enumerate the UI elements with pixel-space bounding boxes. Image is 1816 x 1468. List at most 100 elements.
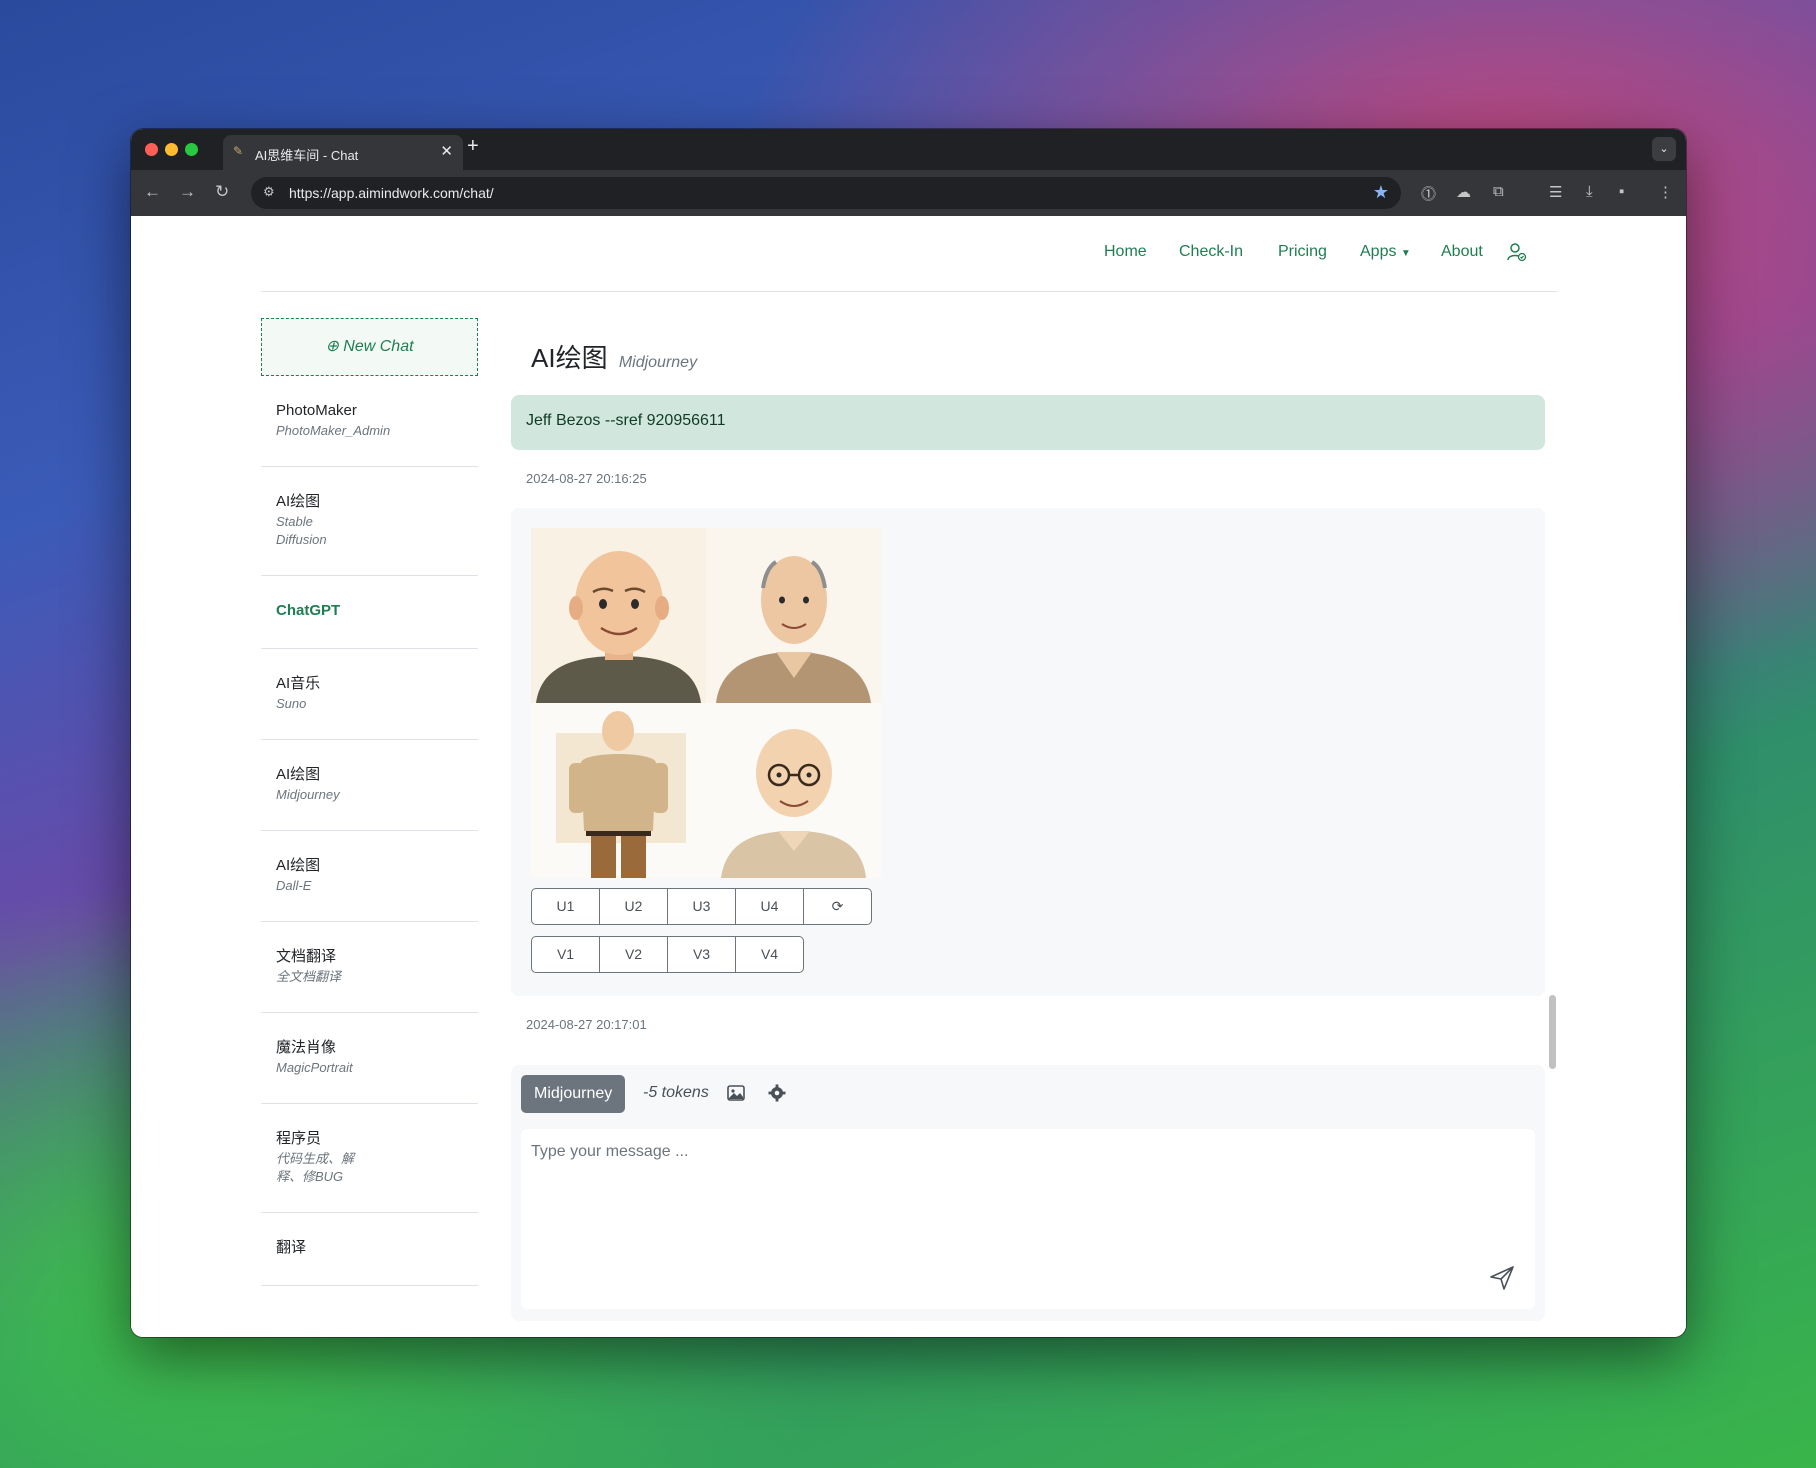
site-favicon-icon: ✎ [233,144,244,158]
chat-heading: AI绘图 Midjourney [531,338,697,375]
sidebar-item-name: AI音乐 [276,675,321,692]
message-input[interactable]: Type your message ... [521,1129,1535,1309]
sidebar-item-sub: 全文档翻译 [276,969,342,984]
portrait-4 [706,703,881,878]
sidebar-item-dall-e[interactable]: AI绘图 Dall-E [261,831,478,922]
variation-button-3[interactable]: V3 [667,936,736,973]
variation-button-2[interactable]: V2 [599,936,668,973]
sidebar-item-name: 翻译 [276,1239,307,1256]
variation-button-1[interactable]: V1 [531,936,600,973]
sidebar-item-magic-portrait[interactable]: 魔法肖像 MagicPortrait [261,1013,478,1104]
browser-toolbar: ← → ↻ ⚙ https://app.aimindwork.com/chat/… [131,170,1686,216]
tab-bar: ✎ AI思维车间 - Chat ✕ + ⌄ [131,129,1686,170]
chat-title: AI绘图 [531,343,608,373]
user-message-text: Jeff Bezos --sref 920956611 [526,412,726,429]
new-tab-icon[interactable]: + [467,135,479,158]
sidebar-item-doc-translate[interactable]: 文档翻译 全文档翻译 [261,922,478,1013]
nav-about-link[interactable]: About [1441,243,1483,261]
tab-search-chevron-icon[interactable]: ⌄ [1652,137,1676,161]
browser-window: ✎ AI思维车间 - Chat ✕ + ⌄ ← → ↻ ⚙ https://ap… [131,129,1686,1337]
chat-subtitle: Midjourney [618,354,698,371]
site-info-icon[interactable]: ⚙ [263,184,275,200]
sidebar-item-translate[interactable]: 翻译 [261,1213,478,1286]
download-icon[interactable]: ⤓ [1586,183,1593,200]
reply-timestamp: 2024-08-27 20:17:01 [526,1017,647,1032]
profile-icon[interactable]: ▪ [1619,183,1624,200]
tab-title: AI思维车间 - Chat [255,148,359,163]
new-chat-label: New Chat [343,338,414,355]
bookmark-star-icon[interactable]: ★ [1373,182,1389,203]
user-message: Jeff Bezos --sref 920956611 [511,395,1545,450]
sidebar-item-name: 魔法肖像 [276,1039,337,1056]
variation-button-4[interactable]: V4 [735,936,804,973]
model-select-button[interactable]: Midjourney [521,1075,626,1113]
nav-home-link[interactable]: Home [1104,243,1147,261]
refresh-icon: ⟳ [831,898,844,914]
nav-apps-dropdown[interactable]: Apps ▼ [1360,243,1411,261]
sidebar-item-name: 文档翻译 [276,948,337,965]
upscale-button-3[interactable]: U3 [667,888,736,925]
image-upload-icon[interactable] [727,1085,745,1101]
sidebar-item-sub: Midjourney [276,787,340,802]
plus-circle-icon: ⊕ [325,338,339,355]
upscale-button-4[interactable]: U4 [735,888,804,925]
message-composer: Midjourney -5 tokens Type your message .… [511,1065,1545,1321]
cloud-extension-icon[interactable]: ☁ [1456,183,1471,201]
password-extension-icon[interactable]: ⓵ [1421,183,1436,204]
sidebar-item-sub: MagicPortrait [276,1060,353,1075]
sidebar-item-sub: Dall-E [276,878,312,893]
reading-list-icon[interactable]: ☰ [1549,183,1562,201]
sidebar-item-suno[interactable]: AI音乐 Suno [261,649,478,740]
extensions-puzzle-icon[interactable]: ⧉ [1493,183,1504,200]
close-window-button[interactable] [145,143,158,156]
sidebar-item-stable-diffusion[interactable]: AI绘图 Stable Diffusion [261,467,478,576]
close-tab-icon[interactable]: ✕ [440,142,453,160]
address-bar[interactable]: ⚙ https://app.aimindwork.com/chat/ ★ [251,177,1401,209]
upscale-button-2[interactable]: U2 [599,888,668,925]
sidebar-item-sub: 代码生成、解 释、修BUG [276,1151,355,1184]
browser-tab[interactable]: ✎ AI思维车间 - Chat ✕ [223,135,463,170]
nav-checkin-link[interactable]: Check-In [1179,243,1243,261]
reload-icon[interactable]: ↻ [215,182,229,202]
token-cost: -5 tokens [643,1084,709,1101]
chat-sidebar: ⊕ New Chat PhotoMaker PhotoMaker_Admin A… [261,318,478,1286]
minimize-window-button[interactable] [165,143,178,156]
reroll-button[interactable]: ⟳ [803,888,872,925]
forward-icon[interactable]: → [179,182,196,202]
portrait-2 [706,528,881,703]
new-chat-button[interactable]: ⊕ New Chat [261,318,478,376]
generated-image-grid[interactable] [531,528,881,878]
sidebar-item-chatgpt[interactable]: ChatGPT [261,576,478,649]
portrait-3 [531,703,706,878]
sidebar-item-sub: Suno [276,696,307,711]
sidebar-item-name: PhotoMaker [276,402,357,419]
url-text: https://app.aimindwork.com/chat/ [289,185,494,201]
sidebar-item-sub: PhotoMaker_Admin [276,423,391,438]
sidebar-item-midjourney[interactable]: AI绘图 Midjourney [261,740,478,831]
caret-down-icon: ▼ [1400,248,1411,259]
sidebar-item-name: AI绘图 [276,857,321,874]
nav-pricing-link[interactable]: Pricing [1278,243,1327,261]
sidebar-item-programmer[interactable]: 程序员 代码生成、解 释、修BUG [261,1104,478,1213]
web-page: Home Check-In Pricing Apps ▼ About ⊕ New… [131,216,1686,1337]
sidebar-item-name: AI绘图 [276,766,321,783]
message-placeholder: Type your message ... [531,1143,689,1160]
back-icon[interactable]: ← [144,182,161,202]
settings-gear-icon[interactable] [768,1084,786,1102]
upscale-button-group: U1 U2 U3 U4 ⟳ [531,888,872,925]
portrait-1 [531,528,706,703]
user-account-icon[interactable] [1507,242,1527,262]
browser-menu-icon[interactable]: ⋮ [1658,183,1673,201]
maximize-window-button[interactable] [185,143,198,156]
user-message-timestamp: 2024-08-27 20:16:25 [526,471,647,486]
page-scrollbar[interactable] [1549,995,1556,1069]
sidebar-item-name: 程序员 [276,1130,322,1147]
upscale-button-1[interactable]: U1 [531,888,600,925]
sidebar-item-sub: Stable Diffusion [276,514,327,547]
sidebar-item-name: AI绘图 [276,493,321,510]
top-navigation: Home Check-In Pricing Apps ▼ About [261,216,1557,292]
send-icon[interactable] [1489,1265,1515,1291]
variation-button-group: V1 V2 V3 V4 [531,936,804,973]
assistant-reply: U1 U2 U3 U4 ⟳ V1 V2 V3 V4 [511,508,1545,996]
sidebar-item-photomaker[interactable]: PhotoMaker PhotoMaker_Admin [261,376,478,467]
